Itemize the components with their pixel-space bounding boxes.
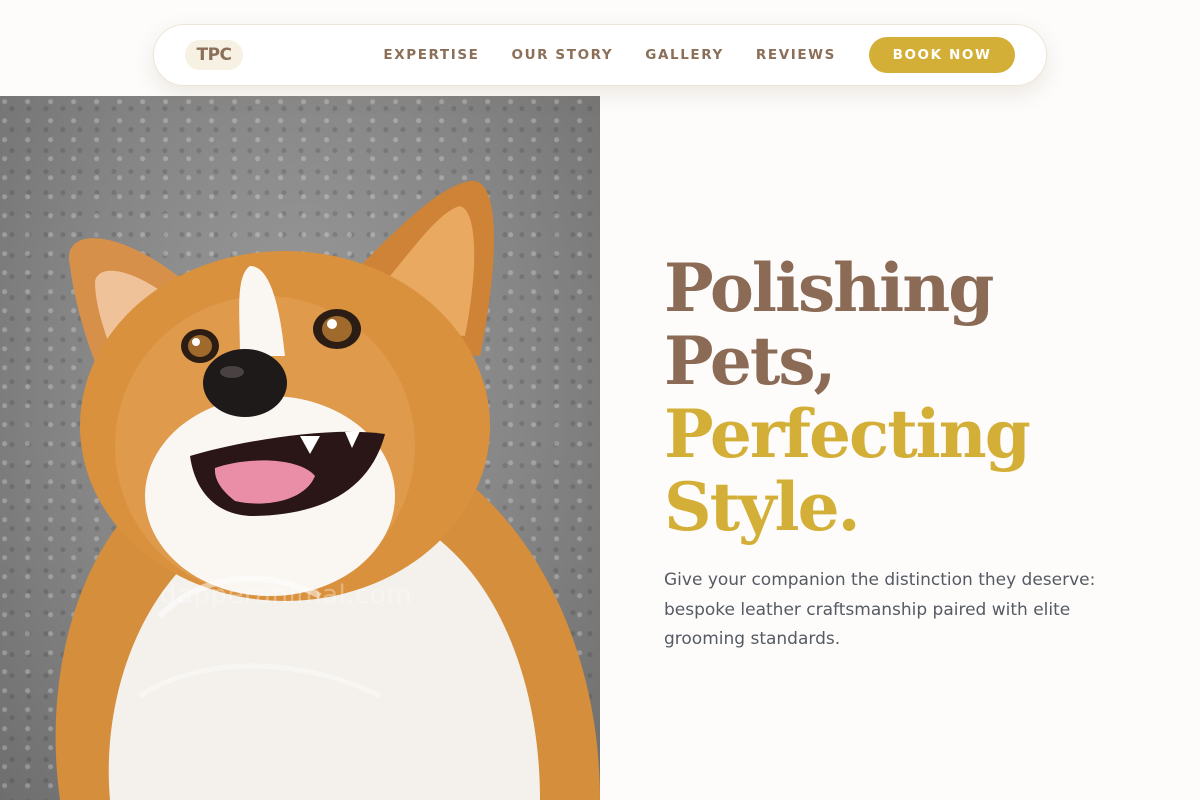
hero-dog-photo: dapperanimal.com — [0, 96, 600, 800]
nav-link-gallery[interactable]: GALLERY — [645, 47, 724, 63]
hero-subtitle: Give your companion the distinction they… — [664, 570, 1096, 649]
book-now-button[interactable]: BOOK NOW — [869, 37, 1015, 73]
headline-line-2: Pets, — [664, 322, 836, 400]
nav-link-our-story[interactable]: OUR STORY — [512, 47, 614, 63]
logo[interactable]: TPC — [185, 40, 243, 70]
headline-line-4: Style. — [664, 468, 861, 546]
nav-links: EXPERTISE OUR STORY GALLERY REVIEWS — [383, 47, 836, 63]
hero-text-block: Polishing Pets, Perfecting Style. Give y… — [664, 252, 1164, 655]
landing-page: TPC EXPERTISE OUR STORY GALLERY REVIEWS … — [0, 0, 1200, 800]
nav-link-reviews[interactable]: REVIEWS — [756, 47, 836, 63]
hero-headline: Polishing Pets, Perfecting Style. — [664, 252, 1164, 544]
nav-link-expertise[interactable]: EXPERTISE — [383, 47, 479, 63]
headline-line-1: Polishing — [664, 249, 994, 327]
photo-watermark: dapperanimal.com — [160, 580, 413, 610]
corgi-illustration — [55, 180, 600, 800]
top-navbar: TPC EXPERTISE OUR STORY GALLERY REVIEWS … — [153, 24, 1047, 86]
headline-line-3: Perfecting — [664, 395, 1031, 473]
